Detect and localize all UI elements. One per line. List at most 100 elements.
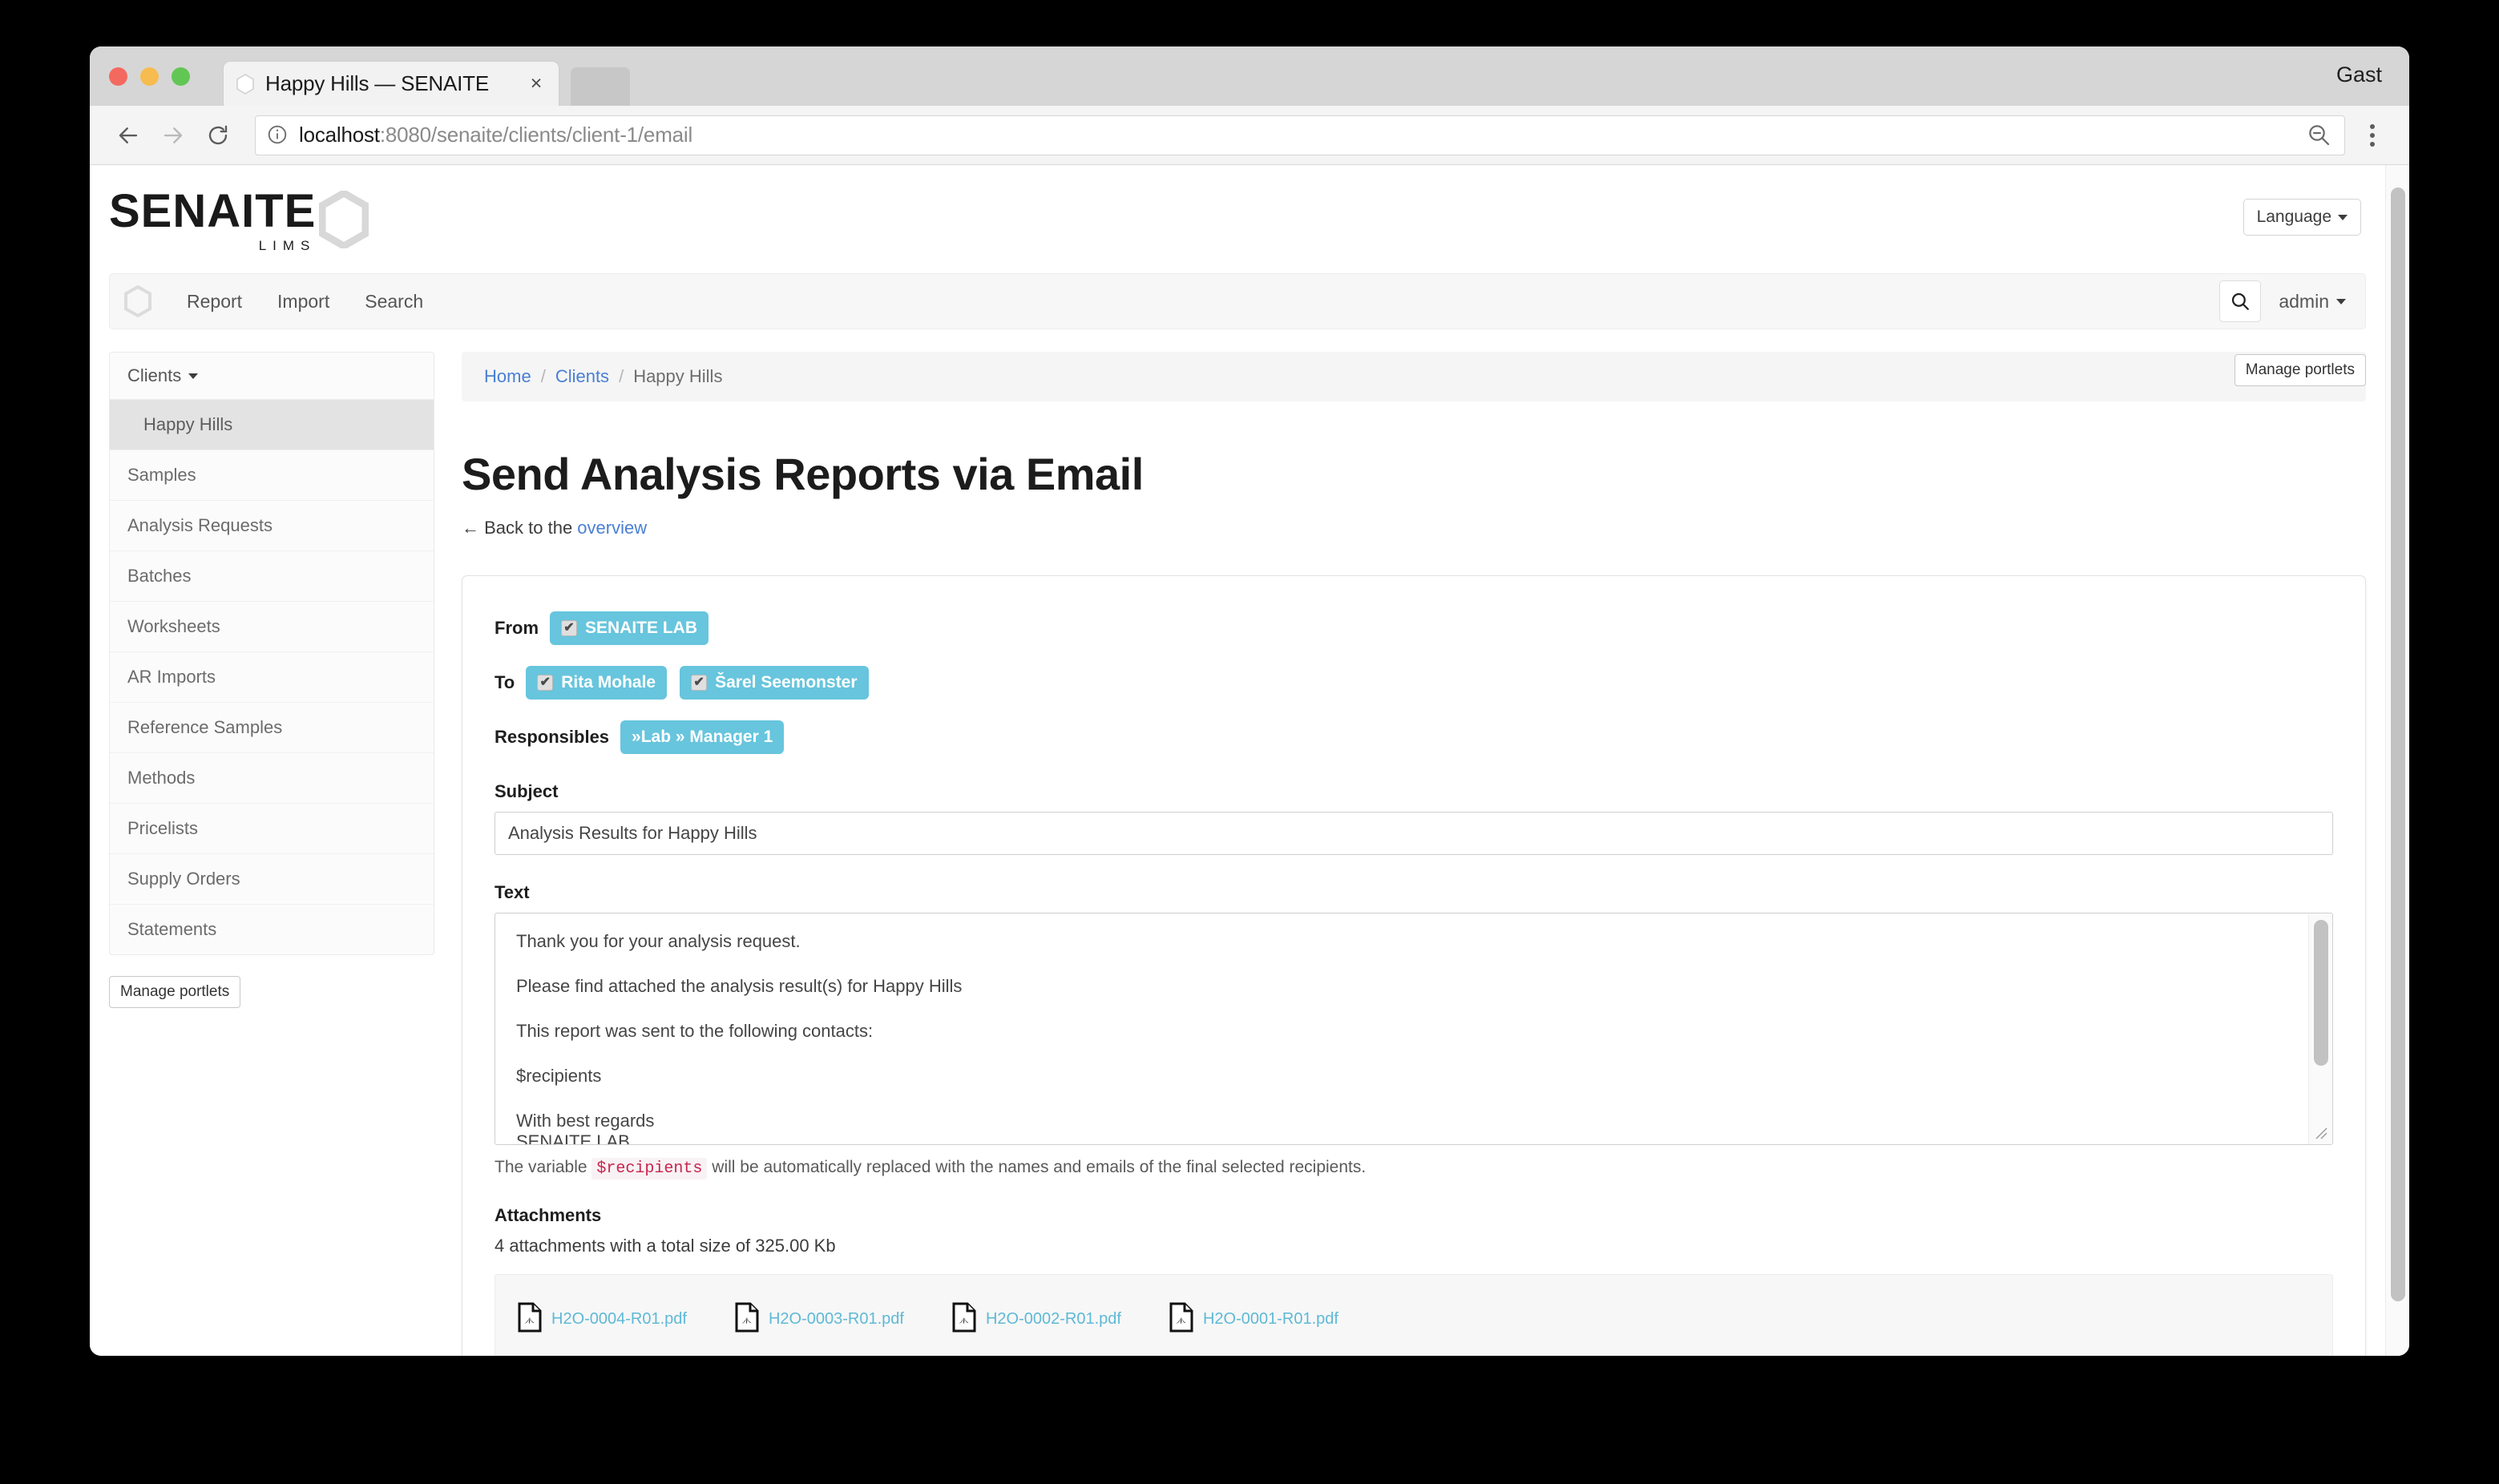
manage-portlets-button-top[interactable]: Manage portlets: [2234, 354, 2366, 387]
sidebar-item-methods[interactable]: Methods: [110, 753, 434, 805]
nav-link-search[interactable]: Search: [347, 291, 441, 313]
attachment-item[interactable]: H2O-0004-R01.pdf: [518, 1302, 687, 1337]
page-body: Clients Happy Hills Samples Analysis Reque…: [90, 329, 2385, 1356]
checkbox-checked-icon[interactable]: ✔: [691, 675, 708, 692]
sidebar-item-happy-hills[interactable]: Happy Hills: [110, 400, 434, 451]
close-icon[interactable]: ×: [525, 73, 547, 95]
message-paragraph: Thank you for your analysis request.: [516, 931, 801, 952]
sidebar-item-label: Pricelists: [127, 818, 199, 839]
breadcrumb-item-current: Happy Hills: [633, 366, 723, 387]
minimize-window-button[interactable]: [140, 67, 159, 86]
user-menu[interactable]: admin: [2279, 291, 2346, 313]
language-dropdown[interactable]: Language: [2243, 199, 2361, 236]
responsibles-chip[interactable]: »Lab » Manager 1: [620, 720, 785, 755]
sidebar-item-ar-imports[interactable]: AR Imports: [110, 652, 434, 704]
attachment-link[interactable]: H2O-0004-R01.pdf: [551, 1310, 687, 1329]
message-paragraph: This report was sent to the following co…: [516, 1021, 874, 1041]
textarea-scrollbar[interactable]: [2308, 913, 2332, 1145]
hexagon-icon[interactable]: [124, 285, 151, 318]
browser-profile-name[interactable]: Gast: [2336, 63, 2382, 87]
from-row: From ✔ SENAITE LAB: [495, 611, 2333, 646]
logo-wordmark: SENAITE: [109, 185, 317, 237]
sidebar-item-label: Batches: [127, 566, 192, 587]
sidebar-item-batches[interactable]: Batches: [110, 551, 434, 603]
breadcrumb: Home / Clients / Happy Hills: [462, 352, 2366, 402]
clients-portlet: Clients Happy Hills Samples Analysis Reque…: [109, 352, 434, 956]
attachment-item[interactable]: H2O-0003-R01.pdf: [735, 1302, 904, 1337]
main-navbar: Report Import Search admin: [109, 273, 2366, 330]
to-chip[interactable]: ✔ Šarel Seemonster: [680, 666, 869, 700]
attachment-link[interactable]: H2O-0002-R01.pdf: [986, 1310, 1121, 1329]
back-arrow-icon[interactable]: [109, 116, 147, 155]
senaite-app: SENAITE LIMS Language Report Import Sear…: [90, 165, 2385, 1356]
nav-link-report[interactable]: Report: [169, 291, 260, 313]
window-controls: [109, 67, 190, 86]
sidebar-item-label: Reference Samples: [127, 717, 283, 738]
sidebar-item-samples[interactable]: Samples: [110, 450, 434, 502]
browser-window: Happy Hills — SENAITE × Gast localhost:8…: [90, 46, 2409, 1356]
sidebar-item-supply-orders[interactable]: Supply Orders: [110, 854, 434, 905]
pdf-file-icon: [952, 1302, 976, 1337]
close-window-button[interactable]: [109, 67, 127, 86]
breadcrumb-item-clients[interactable]: Clients: [555, 366, 609, 387]
browser-tab-active[interactable]: Happy Hills — SENAITE ×: [223, 61, 559, 106]
attachments-summary: 4 attachments with a total size of 325.0…: [495, 1236, 836, 1256]
page-scrollbar-thumb[interactable]: [2391, 188, 2405, 1301]
page-scrollbar[interactable]: [2385, 165, 2409, 1356]
hint-before: The variable: [495, 1158, 592, 1177]
subject-block: Subject: [495, 781, 2333, 856]
sidebar-item-worksheets[interactable]: Worksheets: [110, 602, 434, 653]
navbar-right-group: admin: [2219, 280, 2351, 323]
attachment-item[interactable]: H2O-0001-R01.pdf: [1169, 1302, 1338, 1337]
attachment-link[interactable]: H2O-0003-R01.pdf: [769, 1310, 904, 1329]
zoom-out-icon[interactable]: [2306, 122, 2333, 149]
attachments-block: Attachments 4 attachments with a total s…: [495, 1205, 2333, 1356]
address-bar-url: localhost:8080/senaite/clients/client-1/…: [299, 123, 692, 147]
hint-after: will be automatically replaced with the …: [707, 1158, 1367, 1177]
sidebar-item-label: Methods: [127, 768, 196, 788]
sidebar-item-pricelists[interactable]: Pricelists: [110, 804, 434, 855]
url-host: localhost: [299, 123, 380, 147]
address-bar[interactable]: localhost:8080/senaite/clients/client-1/…: [255, 115, 2345, 155]
sidebar-header-clients[interactable]: Clients: [110, 353, 434, 401]
message-paragraph: Please find attached the analysis result…: [516, 976, 963, 997]
from-chip-label: SENAITE LAB: [585, 619, 698, 638]
attachment-item[interactable]: H2O-0002-R01.pdf: [952, 1302, 1121, 1337]
manage-portlets-button-sidebar[interactable]: Manage portlets: [109, 976, 241, 1009]
sidebar-item-analysis-requests[interactable]: Analysis Requests: [110, 501, 434, 552]
sidebar-item-label: Happy Hills: [143, 414, 233, 435]
recipients-variable-hint: The variable $recipients will be automat…: [495, 1158, 2333, 1180]
subject-input[interactable]: [495, 812, 2333, 856]
from-chip[interactable]: ✔ SENAITE LAB: [550, 611, 709, 646]
sidebar-item-label: AR Imports: [127, 667, 216, 688]
resize-handle-icon[interactable]: [2313, 1125, 2331, 1143]
hexagon-icon: [318, 188, 369, 252]
attachment-link[interactable]: H2O-0001-R01.pdf: [1203, 1310, 1338, 1329]
search-icon[interactable]: [2219, 280, 2262, 323]
message-textarea[interactable]: Thank you for your analysis request. Plea…: [495, 913, 2333, 1146]
checkbox-checked-icon[interactable]: ✔: [561, 620, 577, 637]
to-chip[interactable]: ✔ Rita Mohale: [526, 666, 668, 700]
checkbox-checked-icon[interactable]: ✔: [537, 675, 554, 692]
sidebar-item-label: Analysis Requests: [127, 515, 273, 536]
senaite-logo[interactable]: SENAITE LIMS: [109, 185, 2385, 254]
new-tab-button[interactable]: [571, 67, 630, 106]
tab-title: Happy Hills — SENAITE: [265, 71, 489, 95]
logo-text-block: SENAITE LIMS: [109, 185, 317, 254]
kebab-menu-icon[interactable]: [2355, 116, 2390, 155]
maximize-window-button[interactable]: [172, 67, 190, 86]
sidebar-item-statements[interactable]: Statements: [110, 905, 434, 954]
overview-link[interactable]: overview: [577, 518, 647, 538]
nav-link-import[interactable]: Import: [260, 291, 347, 313]
reload-icon[interactable]: [199, 116, 237, 155]
info-circle-icon[interactable]: [267, 124, 289, 147]
breadcrumb-item-home[interactable]: Home: [484, 366, 531, 387]
textarea-scrollbar-thumb[interactable]: [2314, 920, 2328, 1067]
sidebar-item-reference-samples[interactable]: Reference Samples: [110, 703, 434, 754]
breadcrumb-separator: /: [540, 366, 546, 387]
responsibles-row: Responsibles »Lab » Manager 1: [495, 720, 2333, 755]
text-label: Text: [495, 882, 530, 903]
sidebar-item-label: Supply Orders: [127, 869, 240, 889]
message-textarea-content: Thank you for your analysis request. Plea…: [495, 913, 2332, 1144]
language-label: Language: [2256, 208, 2331, 226]
